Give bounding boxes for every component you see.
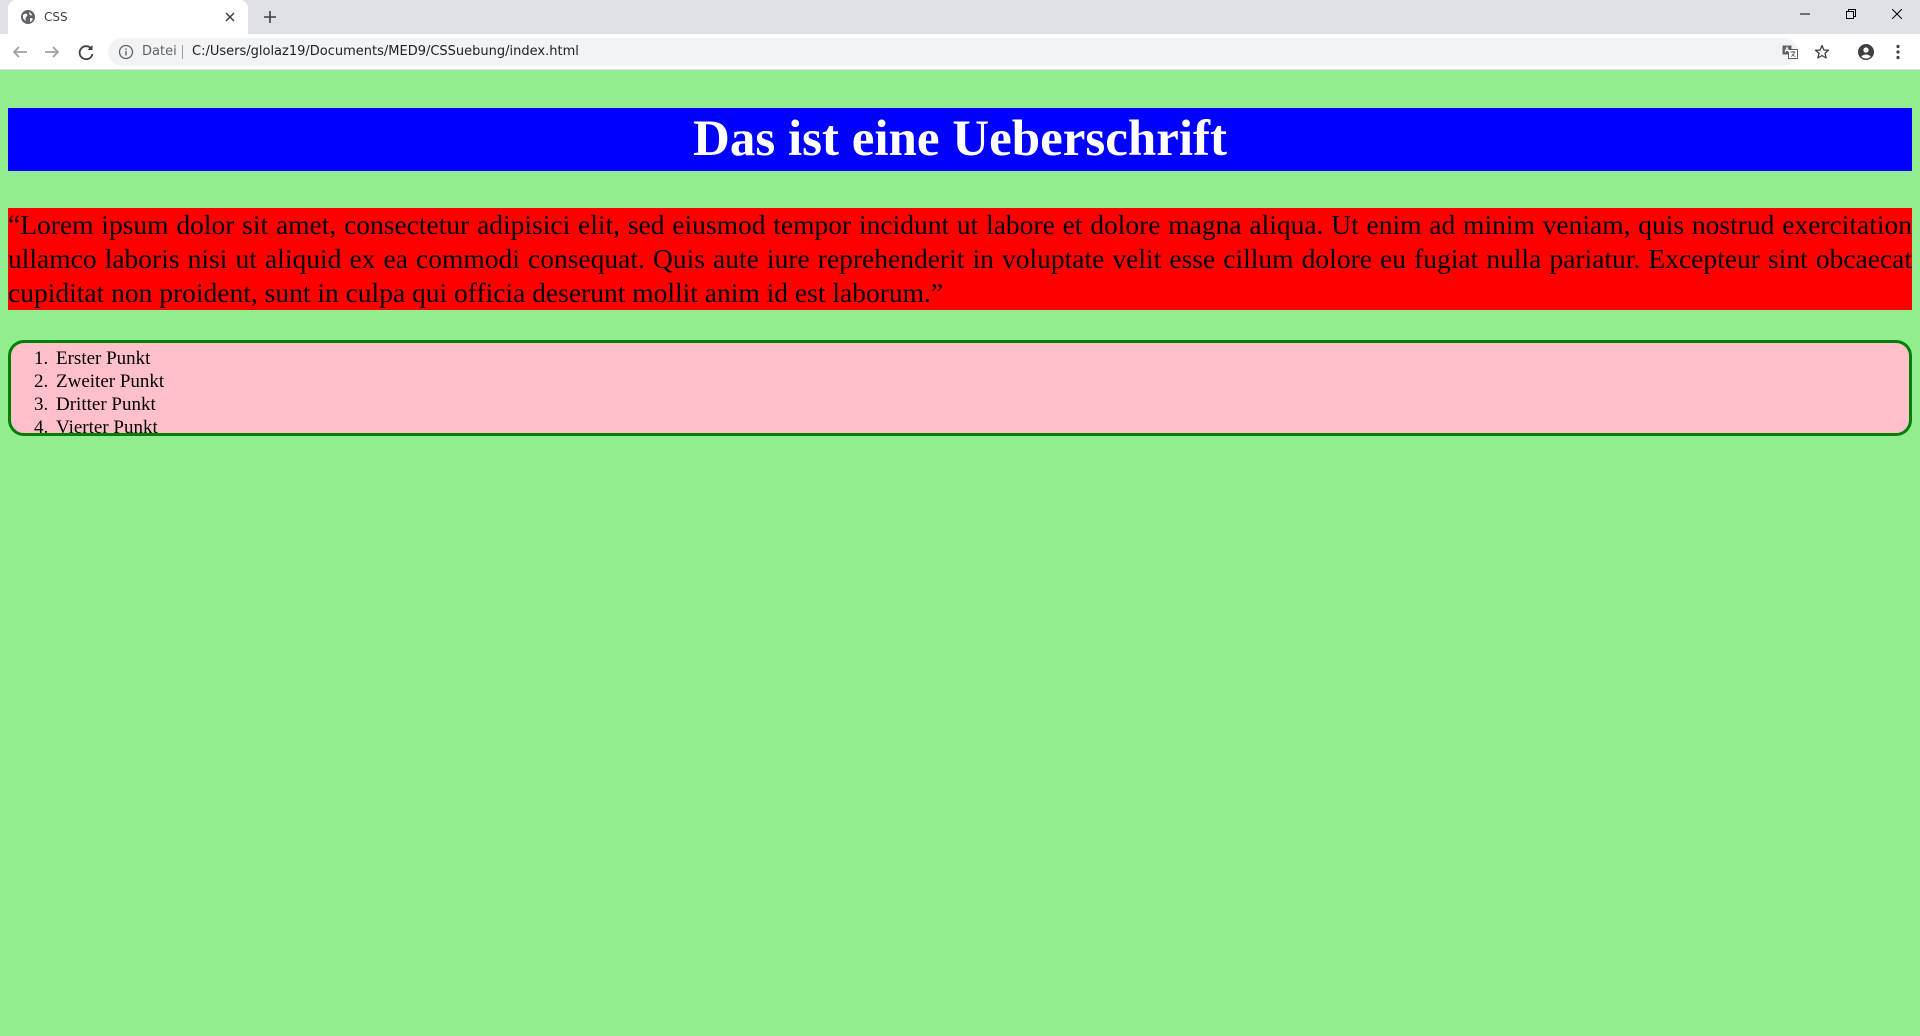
address-bar[interactable]: Datei C:/Users/glolaz19/Documents/MED9/C… bbox=[108, 38, 1830, 66]
lorem-paragraph: “Lorem ipsum dolor sit amet, consectetur… bbox=[8, 208, 1912, 310]
list-item: Erster Punkt bbox=[53, 347, 1909, 370]
plus-icon[interactable] bbox=[258, 5, 282, 29]
list-item: Zweiter Punkt bbox=[53, 370, 1909, 393]
minimize-icon[interactable] bbox=[1782, 0, 1828, 28]
tab-title: CSS bbox=[44, 10, 68, 24]
omnibox-separator bbox=[182, 45, 183, 59]
page-viewport: Das ist eine Ueberschrift “Lorem ipsum d… bbox=[0, 70, 1920, 1036]
url-text[interactable]: C:/Users/glolaz19/Documents/MED9/CSSuebu… bbox=[192, 44, 579, 60]
back-arrow-icon[interactable] bbox=[8, 40, 32, 64]
window-close-icon[interactable] bbox=[1874, 0, 1920, 28]
info-icon[interactable] bbox=[118, 44, 134, 60]
globe-icon bbox=[20, 9, 36, 25]
restore-icon[interactable] bbox=[1828, 0, 1874, 28]
translate-icon[interactable] bbox=[1782, 44, 1798, 60]
list-item: Dritter Punkt bbox=[53, 393, 1909, 416]
tab-strip: CSS bbox=[0, 0, 1920, 34]
browser-window: CSS Datei C:/Users/glolaz19/Documents/ME… bbox=[0, 0, 1920, 1036]
star-icon[interactable] bbox=[1814, 44, 1830, 60]
reload-icon[interactable] bbox=[74, 40, 98, 64]
more-vert-icon[interactable] bbox=[1888, 42, 1908, 62]
profile-icon[interactable] bbox=[1856, 42, 1876, 62]
page-heading: Das ist eine Ueberschrift bbox=[8, 108, 1912, 171]
browser-tab[interactable]: CSS bbox=[8, 0, 248, 34]
scheme-label: Datei bbox=[142, 44, 177, 59]
ordered-list: Erster Punkt Zweiter Punkt Dritter Punkt… bbox=[8, 340, 1912, 439]
list-item: Vierter Punkt bbox=[53, 416, 1909, 439]
close-icon[interactable] bbox=[222, 9, 238, 25]
browser-toolbar: Datei C:/Users/glolaz19/Documents/MED9/C… bbox=[0, 34, 1920, 70]
forward-arrow-icon[interactable] bbox=[40, 40, 64, 64]
